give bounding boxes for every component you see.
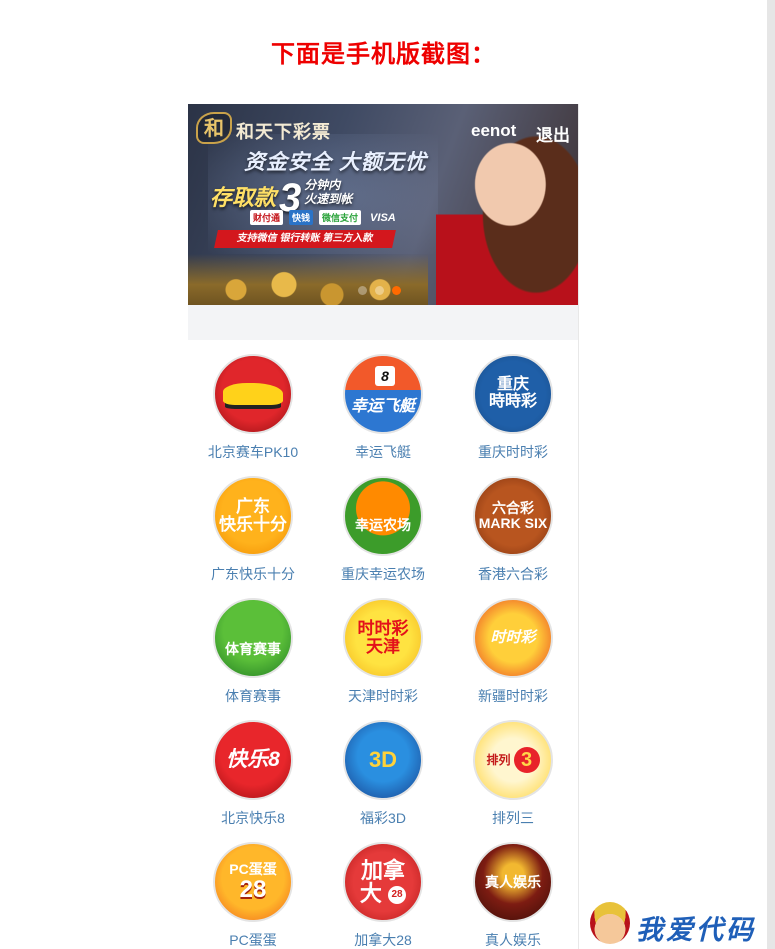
pc-egg-content: PC蛋蛋 28 [229, 862, 276, 902]
mark-six-text: 六合彩 MARK SIX [478, 500, 548, 531]
pailie-text: 排列 [486, 752, 511, 767]
game-row: 北京赛车PK10 8 幸运飞艇 幸运飞艇 重庆 時時彩 重庆时时彩 [188, 354, 578, 476]
lucky-airship-icon[interactable]: 8 幸运飞艇 [343, 354, 423, 434]
happy-8-icon[interactable]: 快乐8 [213, 720, 293, 800]
game-label[interactable]: 真人娱乐 [448, 930, 578, 949]
chongqing-ssc-icon[interactable]: 重庆 時時彩 [473, 354, 553, 434]
pailie-number: 3 [513, 747, 540, 773]
airship-text: 幸运飞艇 [350, 397, 415, 415]
game-label[interactable]: 香港六合彩 [448, 564, 578, 584]
game-label[interactable]: PC蛋蛋 [188, 930, 318, 949]
pc-egg-text: PC蛋蛋 [229, 861, 277, 878]
guangdong-happy-ten-icon[interactable]: 广东 快乐十分 [213, 476, 293, 556]
notice-band [188, 305, 578, 340]
xinjiang-ssc-icon[interactable]: 时时彩 [473, 598, 553, 678]
mobile-screenshot: 和 和天下彩票 资金安全 大额无忧 存取款 3 分钟内 火速到帐 财付通 快钱 微信支… [188, 104, 579, 949]
deposit-suffix-top: 分钟内 [304, 178, 341, 192]
brand-logo-icon: 和 [196, 112, 232, 144]
gd-text: 广东 快乐十分 [219, 497, 287, 534]
payment-methods: 财付通 快钱 微信支付 VISA [250, 210, 399, 225]
race-car-shape [223, 383, 283, 405]
kuaiqian-logo: 快钱 [289, 210, 314, 225]
game-label[interactable]: 天津时时彩 [318, 686, 448, 706]
cq-ssc-text: 重庆 時時彩 [488, 376, 537, 410]
wechat-pay-logo: 微信支付 [319, 210, 362, 225]
carousel-dot-1[interactable] [358, 286, 367, 295]
canada-28-icon[interactable]: 加拿 大 28 [343, 842, 423, 922]
live-casino-text: 真人娱乐 [485, 873, 541, 890]
tianjin-ssc-icon[interactable]: 时时彩 天津 [343, 598, 423, 678]
deposit-prefix: 存取款 [210, 185, 277, 210]
airship-number: 8 [375, 366, 395, 386]
game-row: 快乐8 北京快乐8 3D 福彩3D 排列 3 排列三 [188, 720, 578, 842]
page-heading: 下面是手机版截图： [271, 41, 496, 68]
game-row: 广东 快乐十分 广东快乐十分 幸运农场 重庆幸运农场 六合彩 MARK SIX … [188, 476, 578, 598]
site-watermark: 我爱代码 [588, 902, 766, 946]
game-label[interactable]: 排列三 [448, 808, 578, 828]
brand-logo-text: 和天下彩票 [236, 122, 331, 143]
lucky-farm-icon[interactable]: 幸运农场 [343, 476, 423, 556]
pc-egg-icon[interactable]: PC蛋蛋 28 [213, 842, 293, 922]
deposit-suffix: 分钟内 火速到帐 [304, 178, 352, 206]
game-label[interactable]: 广东快乐十分 [188, 564, 318, 584]
farm-text: 幸运农场 [355, 516, 411, 533]
tj-ssc-text: 时时彩 天津 [357, 619, 409, 656]
carousel-dot-2[interactable] [375, 286, 384, 295]
game-label[interactable]: 幸运飞艇 [318, 442, 448, 462]
game-label[interactable]: 加拿大28 [318, 930, 448, 949]
pailie-three-icon[interactable]: 排列 3 [473, 720, 553, 800]
right-scroll-rail [767, 0, 775, 949]
deposit-suffix-bottom: 火速到帐 [304, 192, 353, 206]
welfare-3d-icon[interactable]: 3D [343, 720, 423, 800]
game-label[interactable]: 福彩3D [318, 808, 448, 828]
game-row: 体育赛事 体育赛事 时时彩 天津 天津时时彩 时时彩 新疆时时彩 [188, 598, 578, 720]
canada-content: 加拿 大 28 [360, 859, 407, 905]
game-label[interactable]: 新疆时时彩 [448, 686, 578, 706]
3d-text: 3D [368, 747, 398, 773]
live-casino-icon[interactable]: 真人娱乐 [473, 842, 553, 922]
banner-slogan-main: 资金安全 大额无忧 [244, 151, 427, 174]
game-label[interactable]: 体育赛事 [188, 686, 318, 706]
promo-banner[interactable]: 和 和天下彩票 资金安全 大额无忧 存取款3 分钟内 火速到帐 财付通 快钱 微信支… [188, 104, 578, 305]
race-car-icon[interactable] [213, 354, 293, 434]
watermark-text: 我爱代码 [636, 915, 756, 946]
game-row: PC蛋蛋 28 PC蛋蛋 加拿 大 28 加拿大28 真人娱乐 真人娱乐 [188, 842, 578, 949]
carousel-dot-3[interactable] [392, 286, 401, 295]
tenpay-logo: 财付通 [250, 210, 284, 225]
game-label[interactable]: 重庆时时彩 [448, 442, 578, 462]
game-label[interactable]: 北京赛车PK10 [188, 442, 318, 462]
xj-ssc-text: 时时彩 [490, 629, 536, 647]
gold-coins-image [188, 254, 428, 305]
pc-egg-number: 28 [239, 875, 267, 903]
cartoon-avatar-icon [590, 902, 630, 944]
canada-number: 28 [388, 886, 407, 905]
trophy-icon[interactable]: 体育赛事 [213, 598, 293, 678]
mark-six-icon[interactable]: 六合彩 MARK SIX [473, 476, 553, 556]
happy-8-text: 快乐8 [226, 747, 280, 771]
carousel-dots [358, 286, 401, 295]
game-label[interactable]: 重庆幸运农场 [318, 564, 448, 584]
logout-link[interactable]: 退出 [536, 121, 570, 146]
game-label[interactable]: 北京快乐8 [188, 808, 318, 828]
sports-text: 体育赛事 [225, 640, 281, 657]
visa-logo: VISA [370, 211, 396, 224]
banner-ribbon: 支持微信 银行转账 第三方入款 [214, 230, 396, 248]
username-label: eenot [471, 121, 517, 140]
